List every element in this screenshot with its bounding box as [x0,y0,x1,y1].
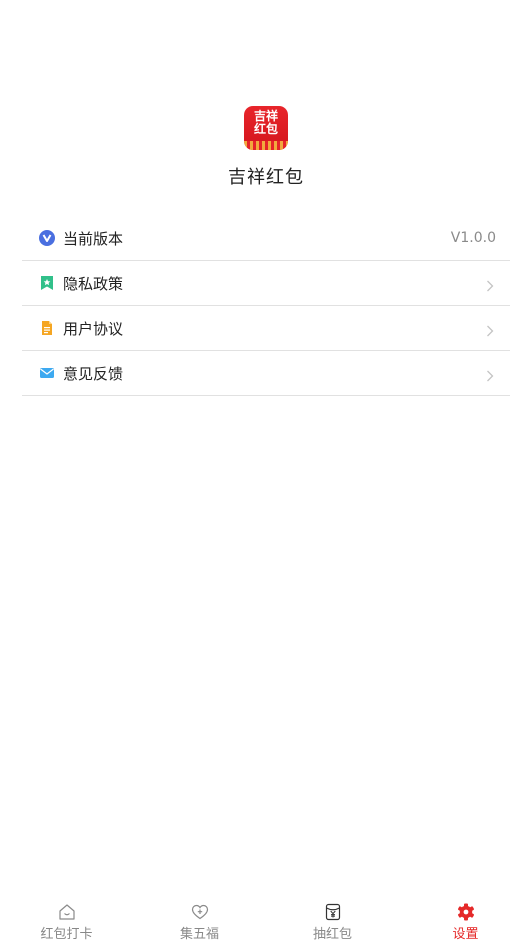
chevron-right-icon [486,277,494,296]
tab-red-packet-checkin[interactable]: 红包打卡 [0,900,133,946]
menu-item-feedback[interactable]: 意见反馈 [22,351,510,396]
tab-draw-red-packet[interactable]: 抽红包 [266,900,399,946]
app-logo-text: 吉祥 红包 [253,109,278,136]
menu-item-label: 意见反馈 [63,364,124,383]
app-name: 吉祥红包 [228,167,304,188]
gear-icon [457,903,474,921]
tab-collect-five-blessings[interactable]: 集五福 [133,900,266,946]
mail-icon [39,365,55,381]
heart-plus-icon [191,904,208,920]
menu-item-user-agreement[interactable]: 用户协议 [22,306,510,351]
tab-label: 抽红包 [312,927,352,942]
tab-label: 红包打卡 [40,927,93,942]
tab-settings[interactable]: 设置 [399,900,532,946]
tab-label: 设置 [452,927,479,942]
app-logo: 吉祥 红包 [244,106,288,150]
v-badge-icon [39,230,55,246]
menu-item-privacy-policy[interactable]: 隐私政策 [22,261,510,306]
bookmark-icon [39,275,55,291]
home-icon [58,904,75,920]
menu-item-version[interactable]: 当前版本 V1.0.0 [22,216,510,261]
red-envelope-icon [325,903,340,921]
bottom-tab-bar: 红包打卡 集五福 抽红包 设置 [0,900,532,946]
document-icon [39,320,55,336]
app-logo-band [244,141,288,150]
settings-menu: 当前版本 V1.0.0 隐私政策 用户协议 意见反馈 [22,216,510,396]
app-header: 吉祥 红包 吉祥红包 [0,106,532,189]
chevron-right-icon [486,367,494,386]
version-value: V1.0.0 [450,230,496,246]
menu-item-label: 当前版本 [63,229,124,248]
menu-item-label: 用户协议 [63,319,124,338]
menu-item-label: 隐私政策 [63,274,124,293]
chevron-right-icon [486,322,494,341]
tab-label: 集五福 [179,927,219,942]
